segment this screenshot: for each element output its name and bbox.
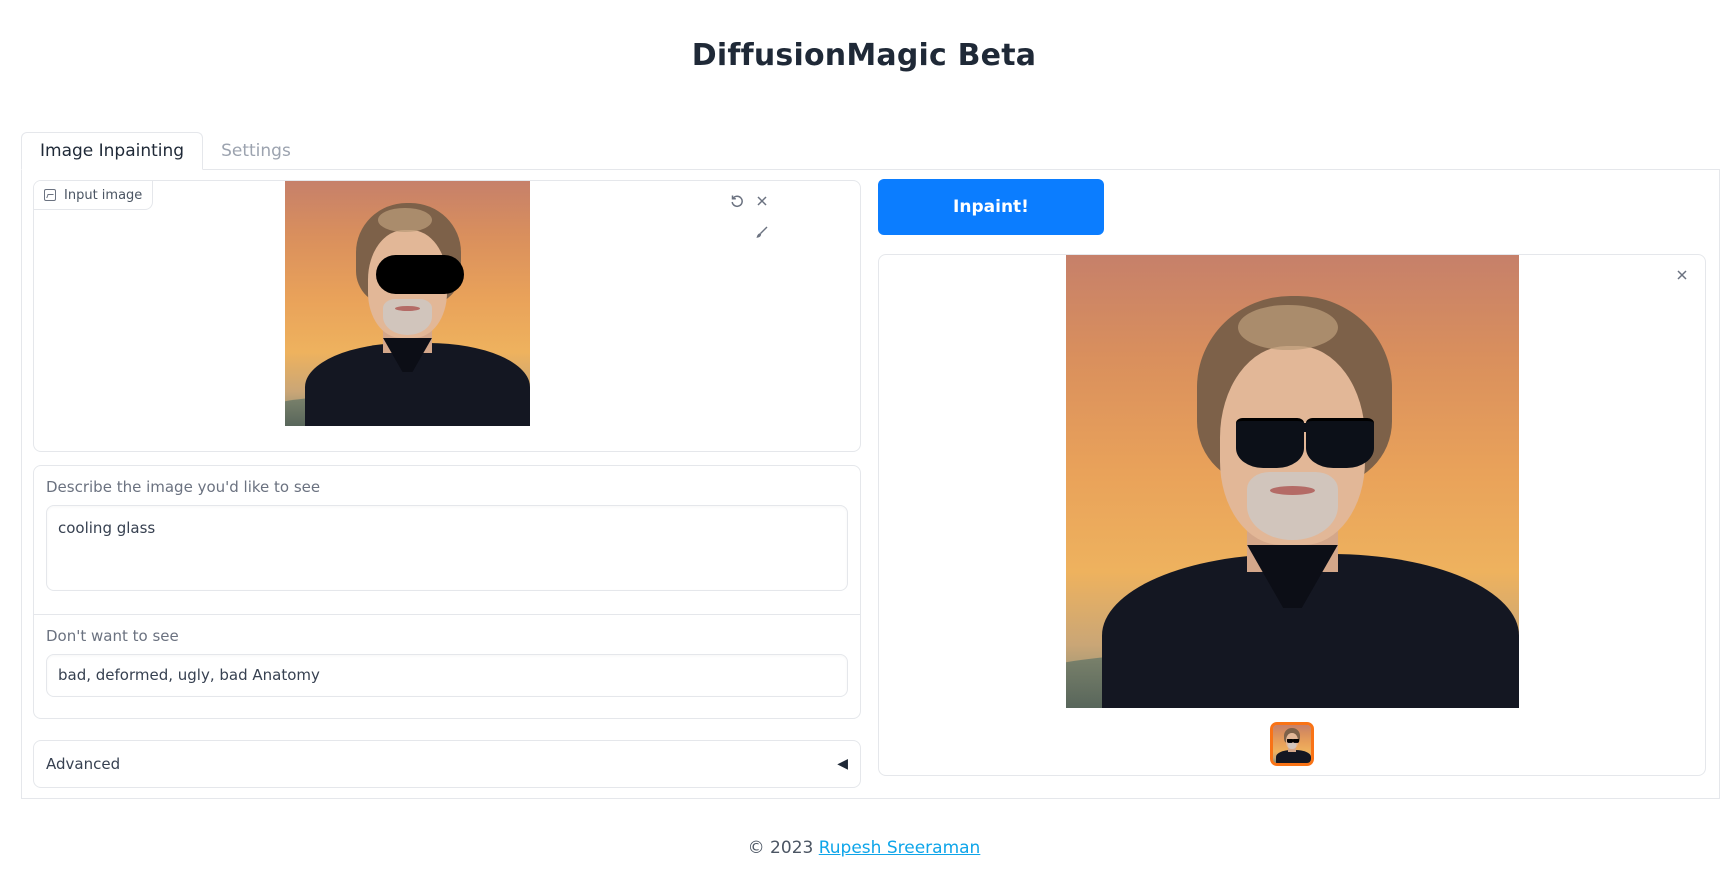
sunglasses-right-lens [1306, 418, 1375, 468]
brush-icon[interactable] [749, 219, 775, 245]
input-image-editor[interactable]: Input image [33, 180, 861, 452]
gallery-thumbnail[interactable] [1270, 722, 1314, 766]
divider [34, 614, 860, 615]
prompt-textarea[interactable]: cooling glass [46, 505, 848, 591]
inpainting-panel: Input image Describe the image you'd lik… [21, 169, 1720, 799]
inpaint-mask [375, 254, 464, 294]
advanced-label: Advanced [46, 755, 121, 773]
input-image-photo[interactable] [285, 181, 530, 426]
input-image-label: Input image [34, 181, 154, 210]
undo-icon[interactable] [724, 188, 750, 214]
page-title: DiffusionMagic Beta [691, 38, 1037, 73]
chevron-left-icon: ◀ [837, 756, 848, 772]
advanced-accordion[interactable]: Advanced ◀ [33, 740, 861, 788]
copyright-text: © 2023 [747, 838, 819, 858]
sunglasses-left-lens [1235, 418, 1304, 468]
inpaint-button[interactable]: Inpaint! [878, 179, 1104, 235]
image-icon [44, 189, 56, 201]
prompt-label: Describe the image you'd like to see [46, 478, 321, 496]
tab-bar: Image Inpainting Settings [21, 132, 309, 170]
prompt-block: Describe the image you'd like to see coo… [33, 465, 861, 719]
close-icon[interactable] [1669, 262, 1695, 288]
output-image[interactable] [1066, 255, 1519, 708]
tab-settings[interactable]: Settings [203, 132, 309, 170]
tab-image-inpainting[interactable]: Image Inpainting [21, 132, 204, 170]
author-link[interactable]: Rupesh Sreeraman [819, 838, 981, 858]
output-gallery [878, 254, 1706, 776]
footer: © 2023 Rupesh Sreeraman [0, 838, 1728, 858]
negative-prompt-label: Don't want to see [46, 627, 179, 645]
negative-prompt-input[interactable]: bad, deformed, ugly, bad Anatomy [46, 654, 848, 697]
close-icon[interactable] [749, 188, 775, 214]
